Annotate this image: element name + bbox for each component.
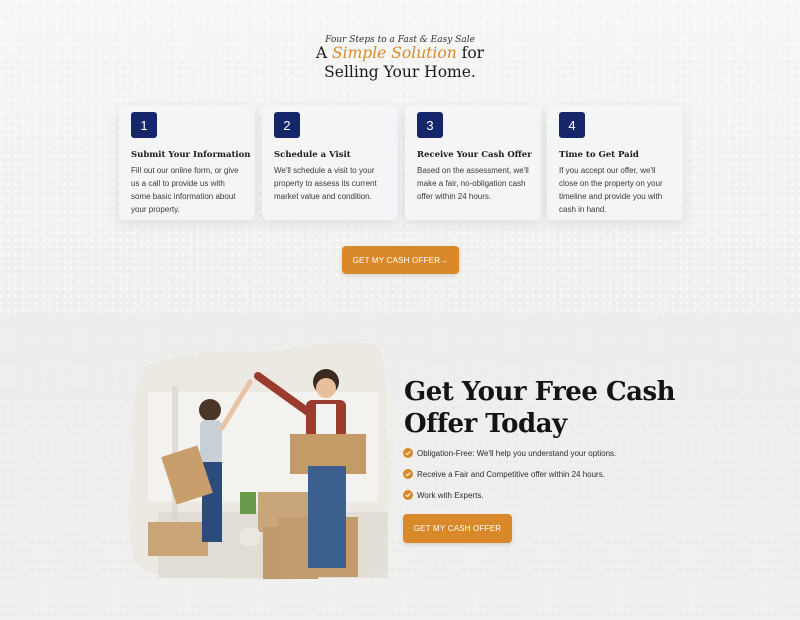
offer-title: Get Your Free Cash Offer Today xyxy=(404,376,704,440)
step-card-2: 2 Schedule a Visit We'll schedule a visi… xyxy=(262,105,398,220)
step-number-badge: 4 xyxy=(559,112,585,138)
check-circle-icon xyxy=(403,490,413,500)
couple-moving-illustration xyxy=(129,343,390,580)
step-description: If you accept our offer, we'll close on … xyxy=(559,166,663,214)
couple-moving-photo xyxy=(128,342,393,580)
step-number-badge: 2 xyxy=(274,112,300,138)
section-headline: A Simple Solution for Selling Your Home. xyxy=(0,44,800,82)
step-description: Based on the assessment, we'll make a fa… xyxy=(417,166,529,201)
benefit-item: Work with Experts. xyxy=(403,490,484,500)
headline-accent: Simple Solution xyxy=(332,44,457,62)
step-number-badge: 3 xyxy=(417,112,443,138)
headline-line-1: A Simple Solution for xyxy=(0,44,800,63)
step-description: We'll schedule a visit to your property … xyxy=(274,166,377,201)
benefit-item: Receive a Fair and Competitive offer wit… xyxy=(403,469,605,479)
headline-prefix: A xyxy=(315,44,333,62)
step-description: Fill out our online form, or give us a c… xyxy=(131,166,239,214)
step-card-4: 4 Time to Get Paid If you accept our off… xyxy=(547,105,683,220)
check-circle-icon xyxy=(403,448,413,458)
step-card-3: 3 Receive Your Cash Offer Based on the a… xyxy=(405,105,541,220)
offer-section xyxy=(0,314,800,620)
headline-suffix: for xyxy=(456,44,485,62)
step-number-badge: 1 xyxy=(131,112,157,138)
step-title: Submit Your Information xyxy=(131,150,251,160)
benefit-text: Work with Experts. xyxy=(417,490,484,500)
get-cash-offer-button[interactable]: GET MY CASH OFFER xyxy=(403,514,512,543)
step-title: Receive Your Cash Offer xyxy=(417,150,532,160)
offer-title-line-1: Get Your Free Cash xyxy=(404,377,676,407)
get-cash-offer-button-top[interactable]: GET MY CASH OFFER→ xyxy=(342,246,459,274)
step-title: Time to Get Paid xyxy=(559,150,639,160)
benefit-text: Receive a Fair and Competitive offer wit… xyxy=(417,469,605,479)
headline-line-2: Selling Your Home. xyxy=(324,63,476,81)
benefit-text: Obligation-Free: We'll help you understa… xyxy=(417,448,617,458)
check-circle-icon xyxy=(403,469,413,479)
benefit-item: Obligation-Free: We'll help you understa… xyxy=(403,448,616,458)
step-card-1: 1 Submit Your Information Fill out our o… xyxy=(119,105,255,220)
step-title: Schedule a Visit xyxy=(274,150,351,160)
offer-title-line-2: Offer Today xyxy=(404,409,567,439)
